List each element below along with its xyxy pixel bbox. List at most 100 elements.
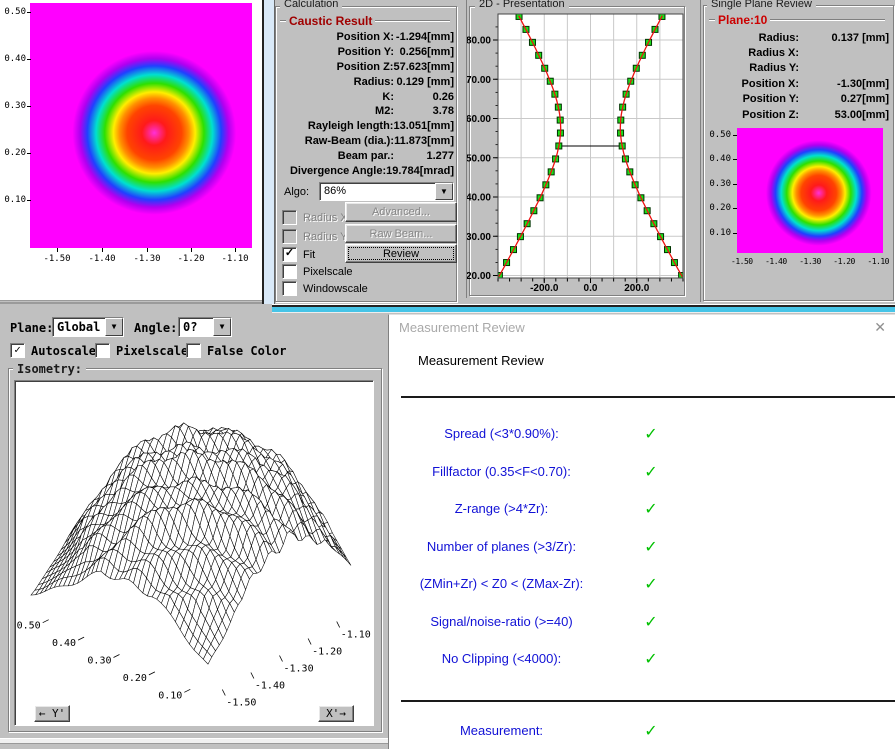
- beam-image-small: [737, 128, 883, 253]
- result-row: Radius X:: [707, 45, 889, 60]
- algo-combobox[interactable]: 86% ▼: [319, 182, 454, 201]
- beam-image-main: [30, 3, 252, 248]
- checkbox-windowscale[interactable]: Windowscale: [282, 281, 368, 296]
- svg-text:-1.40: -1.40: [255, 681, 285, 692]
- svg-text:-1.20: -1.20: [312, 647, 342, 658]
- review-item: No Clipping (<4000):✓: [389, 641, 689, 679]
- result-row: Radius:0.129 [mm]: [278, 74, 454, 89]
- svg-text:-1.30: -1.30: [284, 664, 314, 675]
- svg-text:0.0: 0.0: [584, 283, 598, 294]
- result-row: Radius Y:: [707, 61, 889, 76]
- result-row: M2:3.78: [278, 104, 454, 119]
- axis-tick-label: 0.30: [0, 101, 26, 111]
- axis-tick-label: 0.50: [705, 130, 731, 140]
- chevron-down-icon[interactable]: ▼: [105, 318, 123, 336]
- review-item: Z-range (>4*Zr):✓: [389, 491, 689, 529]
- plane-title: Plane:10: [718, 13, 767, 27]
- plane-select-label: Plane:: [10, 321, 53, 335]
- calculation-panel-title: Calculation: [280, 0, 342, 10]
- review-item: (ZMin+Zr) < Z0 < (ZMax-Zr):✓: [389, 566, 689, 604]
- window-titlebar[interactable]: Measurement Review ✕: [389, 315, 895, 342]
- svg-text:0.50: 0.50: [17, 621, 41, 632]
- close-icon[interactable]: ✕: [874, 319, 886, 336]
- rotate-x-button[interactable]: X'→: [318, 705, 354, 722]
- result-row: Position Z:57.623[mm]: [278, 60, 454, 75]
- chevron-down-icon[interactable]: ▼: [435, 183, 453, 200]
- svg-text:50.00: 50.00: [467, 153, 491, 164]
- application-window: 0.50 0.40 0.30 0.20 0.10 -1.50 -1.40 -1.…: [0, 0, 895, 749]
- small-beam-x-axis: -1.50 -1.40 -1.30 -1.20 -1.10: [731, 257, 889, 266]
- angle-select-label: Angle:: [134, 321, 177, 335]
- algo-label: Algo:: [284, 186, 309, 198]
- axis-tick-label: -1.20: [833, 257, 855, 266]
- review-checklist: Spread (<3*0.90%):✓ Fillfactor (0.35<F<0…: [389, 416, 689, 679]
- axis-tick-label: 0.40: [705, 154, 731, 164]
- axis-tick-label: 0.50: [0, 7, 26, 17]
- axis-tick-label: -1.50: [731, 257, 753, 266]
- checkbox-false-color[interactable]: False Color: [186, 343, 286, 358]
- result-row: Beam par.:1.277: [278, 148, 454, 163]
- axis-tick-label: -1.30: [799, 257, 821, 266]
- check-icon: ✓: [641, 574, 661, 594]
- review-item: Number of planes (>3/Zr):✓: [389, 529, 689, 567]
- window-title: Measurement Review: [399, 320, 525, 335]
- plane-header: Plane:10: [709, 13, 885, 27]
- separator: [401, 396, 895, 398]
- axis-tick-label: 0.40: [0, 54, 26, 64]
- checkbox-radius-x[interactable]: Radius X: [282, 210, 348, 225]
- chevron-down-icon[interactable]: ▼: [213, 318, 231, 336]
- calculation-panel: Calculation Caustic Result Position X:-1…: [272, 0, 462, 306]
- checkbox-autoscale[interactable]: ✓Autoscale: [10, 343, 96, 358]
- check-icon: ✓: [641, 649, 661, 669]
- axis-tick-label: 0.20: [705, 203, 731, 213]
- caustic-chart: 20.0030.0040.0050.0060.0070.0080.00-200.…: [467, 0, 687, 296]
- svg-text:70.00: 70.00: [467, 75, 491, 86]
- checkbox-pixelscale[interactable]: Pixelscale: [282, 264, 353, 279]
- review-item: Fillfactor (0.35<F<0.70):✓: [389, 454, 689, 492]
- review-item: Spread (<3*0.90%):✓: [389, 416, 689, 454]
- dialog-heading: Measurement Review: [418, 353, 544, 368]
- checkbox-radius-y[interactable]: Radius Y: [282, 229, 347, 244]
- result-row: Divergence Angle:19.784[mrad]: [278, 163, 454, 178]
- result-row: Position X:-1.30[mm]: [707, 76, 889, 91]
- check-icon: ✓: [641, 424, 661, 444]
- raw-beam-button[interactable]: Raw Beam...: [345, 224, 457, 243]
- plane-combobox[interactable]: Global ▼: [52, 317, 124, 337]
- angle-combobox[interactable]: 0? ▼: [178, 317, 232, 337]
- checkbox-pixelscale-view[interactable]: Pixelscale: [95, 343, 188, 358]
- check-icon: ✓: [641, 612, 661, 632]
- isometry-panel: Isometry: 0.500.400.300.200.10-1.10-1.20…: [8, 368, 382, 732]
- separator: [401, 700, 895, 702]
- svg-text:-1.10: -1.10: [341, 630, 371, 641]
- axis-tick-label: 0.20: [0, 148, 26, 158]
- horizontal-divider: [0, 302, 262, 312]
- axis-tick-label: -1.40: [765, 257, 787, 266]
- axis-tick-label: -1.10: [867, 257, 889, 266]
- axis-tick-label: 0.10: [705, 228, 731, 238]
- rotate-y-button[interactable]: ← Y': [34, 705, 70, 722]
- checkbox-fit[interactable]: ✓Fit: [282, 247, 315, 262]
- axis-tick-label: -1.20: [173, 254, 209, 264]
- check-icon: ✓: [641, 462, 661, 482]
- check-icon: ✓: [641, 721, 661, 741]
- svg-text:60.00: 60.00: [467, 114, 491, 125]
- horizontal-splitter[interactable]: [272, 304, 895, 314]
- result-row: Position Y:0.256[mm]: [278, 45, 454, 60]
- plane-value: Global: [53, 318, 105, 336]
- angle-value: 0?: [179, 318, 213, 336]
- caustic-result-title: Caustic Result: [289, 14, 372, 28]
- axis-tick-label: 0.30: [705, 179, 731, 189]
- advanced-button[interactable]: Advanced...: [345, 202, 457, 222]
- axis-tick-label: -1.40: [84, 254, 120, 264]
- beam-profile-panel: 0.50 0.40 0.30 0.20 0.10 -1.50 -1.40 -1.…: [0, 0, 262, 301]
- measurement-review-window: Measurement Review ✕ Measurement Review …: [388, 314, 895, 749]
- single-plane-panel-title: Single Plane Review: [707, 0, 816, 10]
- review-button[interactable]: Review: [345, 244, 457, 263]
- svg-text:-1.50: -1.50: [226, 698, 256, 709]
- single-plane-panel: Single Plane Review Plane:10 Radius:0.13…: [700, 0, 895, 302]
- result-row: Radius:0.137 [mm]: [707, 30, 889, 45]
- svg-text:20.00: 20.00: [467, 271, 491, 282]
- isometry-plot-area: 0.500.400.300.200.10-1.10-1.20-1.30-1.40…: [14, 380, 374, 726]
- review-item: Signal/noise-ratio (>=40)✓: [389, 604, 689, 642]
- result-row: Position X:-1.294[mm]: [278, 30, 454, 45]
